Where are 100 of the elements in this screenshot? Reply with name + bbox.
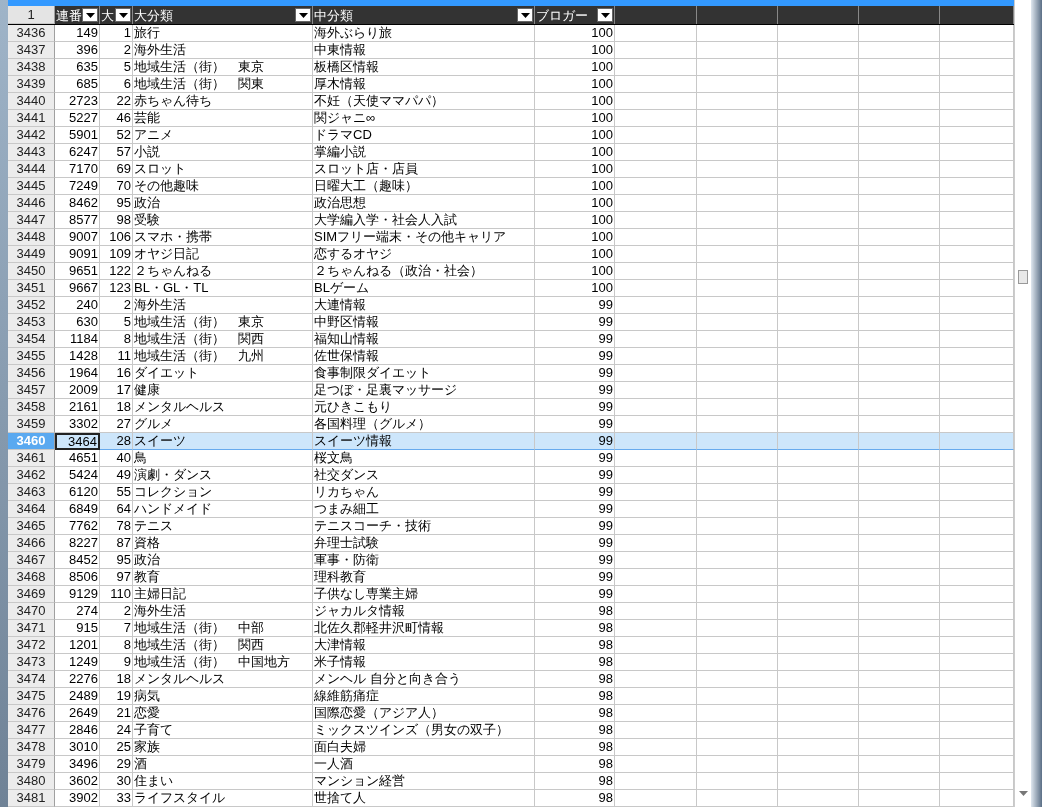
column-header-label: 連番 bbox=[56, 6, 82, 24]
table-cell: 9129 bbox=[55, 586, 100, 603]
table-cell: 地域生活（街） 中国地方 bbox=[133, 654, 313, 671]
table-cell: リカちゃん bbox=[313, 484, 535, 501]
row-header[interactable]: 3463 bbox=[8, 484, 55, 501]
row-header[interactable]: 3453 bbox=[8, 314, 55, 331]
row-header[interactable]: 3457 bbox=[8, 382, 55, 399]
row-header[interactable]: 3469 bbox=[8, 586, 55, 603]
column-header-label: 大 bbox=[101, 6, 114, 24]
row-header[interactable]: 3438 bbox=[8, 59, 55, 76]
table-cell: 5 bbox=[100, 314, 133, 331]
row-header[interactable]: 3440 bbox=[8, 93, 55, 110]
table-cell: 芸能 bbox=[133, 110, 313, 127]
table-cell: 915 bbox=[55, 620, 100, 637]
row-header[interactable]: 3452 bbox=[8, 297, 55, 314]
caret-icon bbox=[118, 12, 128, 18]
row-header[interactable]: 3480 bbox=[8, 773, 55, 790]
row-header[interactable]: 3450 bbox=[8, 263, 55, 280]
table-cell: 小説 bbox=[133, 144, 313, 161]
row-header[interactable]: 3471 bbox=[8, 620, 55, 637]
table-cell: 9651 bbox=[55, 263, 100, 280]
row-header[interactable]: 3443 bbox=[8, 144, 55, 161]
table-cell: 6849 bbox=[55, 501, 100, 518]
row-header[interactable]: 3456 bbox=[8, 365, 55, 382]
row-header[interactable]: 3470 bbox=[8, 603, 55, 620]
caret-icon bbox=[600, 12, 610, 18]
table-cell: 98 bbox=[535, 773, 615, 790]
table-cell: 5901 bbox=[55, 127, 100, 144]
table-cell: 不妊（天使ママパパ） bbox=[313, 93, 535, 110]
row-header[interactable]: 3464 bbox=[8, 501, 55, 518]
row-header[interactable]: 3479 bbox=[8, 756, 55, 773]
table-cell: 1 bbox=[100, 25, 133, 42]
row-header[interactable]: 3455 bbox=[8, 348, 55, 365]
caret-icon bbox=[85, 12, 95, 18]
table-cell: つまみ細工 bbox=[313, 501, 535, 518]
row-header[interactable]: 3436 bbox=[8, 25, 55, 42]
table-cell: 95 bbox=[100, 552, 133, 569]
row-header[interactable]: 3442 bbox=[8, 127, 55, 144]
row-header[interactable]: 3481 bbox=[8, 790, 55, 807]
filter-button[interactable] bbox=[597, 8, 613, 22]
table-cell: 98 bbox=[535, 603, 615, 620]
table-cell: 100 bbox=[535, 93, 615, 110]
filter-button[interactable] bbox=[517, 8, 533, 22]
row-header[interactable]: 3467 bbox=[8, 552, 55, 569]
row-header[interactable]: 3462 bbox=[8, 467, 55, 484]
row-header[interactable]: 3476 bbox=[8, 705, 55, 722]
table-cell: 恋するオヤジ bbox=[313, 246, 535, 263]
table-cell: 政治思想 bbox=[313, 195, 535, 212]
table-cell: 30 bbox=[100, 773, 133, 790]
table-cell: 2489 bbox=[55, 688, 100, 705]
filter-button[interactable] bbox=[295, 8, 311, 22]
filter-button[interactable] bbox=[82, 8, 98, 22]
table-cell: 3464 bbox=[55, 433, 100, 450]
row-header[interactable]: 3473 bbox=[8, 654, 55, 671]
row-header[interactable]: 3465 bbox=[8, 518, 55, 535]
row-header[interactable]: 3468 bbox=[8, 569, 55, 586]
row-header[interactable]: 3477 bbox=[8, 722, 55, 739]
table-cell: 国際恋愛（アジア人） bbox=[313, 705, 535, 722]
row-header[interactable]: 3478 bbox=[8, 739, 55, 756]
row-header[interactable]: 3472 bbox=[8, 637, 55, 654]
table-cell: 240 bbox=[55, 297, 100, 314]
row-header[interactable]: 3449 bbox=[8, 246, 55, 263]
table-cell: 21 bbox=[100, 705, 133, 722]
row-header[interactable]: 3447 bbox=[8, 212, 55, 229]
table-cell: 100 bbox=[535, 263, 615, 280]
table-cell: 685 bbox=[55, 76, 100, 93]
row-header[interactable]: 3437 bbox=[8, 42, 55, 59]
table-cell: 2846 bbox=[55, 722, 100, 739]
table-cell: 海外生活 bbox=[133, 42, 313, 59]
scroll-down-icon[interactable] bbox=[1019, 791, 1028, 796]
table-cell: 98 bbox=[535, 654, 615, 671]
table-cell: ダイエット bbox=[133, 365, 313, 382]
row-header[interactable]: 3475 bbox=[8, 688, 55, 705]
row-header[interactable]: 3451 bbox=[8, 280, 55, 297]
row-header[interactable]: 3446 bbox=[8, 195, 55, 212]
row-header[interactable]: 3448 bbox=[8, 229, 55, 246]
table-cell: 米子情報 bbox=[313, 654, 535, 671]
table-cell: 地域生活（街） 九州 bbox=[133, 348, 313, 365]
filter-button[interactable] bbox=[115, 8, 131, 22]
row-header[interactable]: 3461 bbox=[8, 450, 55, 467]
row-header[interactable]: 3441 bbox=[8, 110, 55, 127]
table-cell: 99 bbox=[535, 501, 615, 518]
scroll-thumb[interactable] bbox=[1018, 270, 1028, 284]
table-cell: 635 bbox=[55, 59, 100, 76]
row-header[interactable]: 3466 bbox=[8, 535, 55, 552]
table-cell: 1201 bbox=[55, 637, 100, 654]
row-header[interactable]: 3459 bbox=[8, 416, 55, 433]
table-cell: スロット店・店員 bbox=[313, 161, 535, 178]
row-header[interactable]: 3474 bbox=[8, 671, 55, 688]
table-cell: 8 bbox=[100, 331, 133, 348]
table-cell: ライフスタイル bbox=[133, 790, 313, 807]
row-header[interactable]: 3445 bbox=[8, 178, 55, 195]
vertical-scrollbar[interactable] bbox=[1014, 0, 1031, 807]
row-header[interactable]: 3444 bbox=[8, 161, 55, 178]
table-cell: 7249 bbox=[55, 178, 100, 195]
row-header[interactable]: 3454 bbox=[8, 331, 55, 348]
row-header[interactable]: 3458 bbox=[8, 399, 55, 416]
row-header[interactable]: 3439 bbox=[8, 76, 55, 93]
table-cell: 酒 bbox=[133, 756, 313, 773]
table-cell: 1428 bbox=[55, 348, 100, 365]
